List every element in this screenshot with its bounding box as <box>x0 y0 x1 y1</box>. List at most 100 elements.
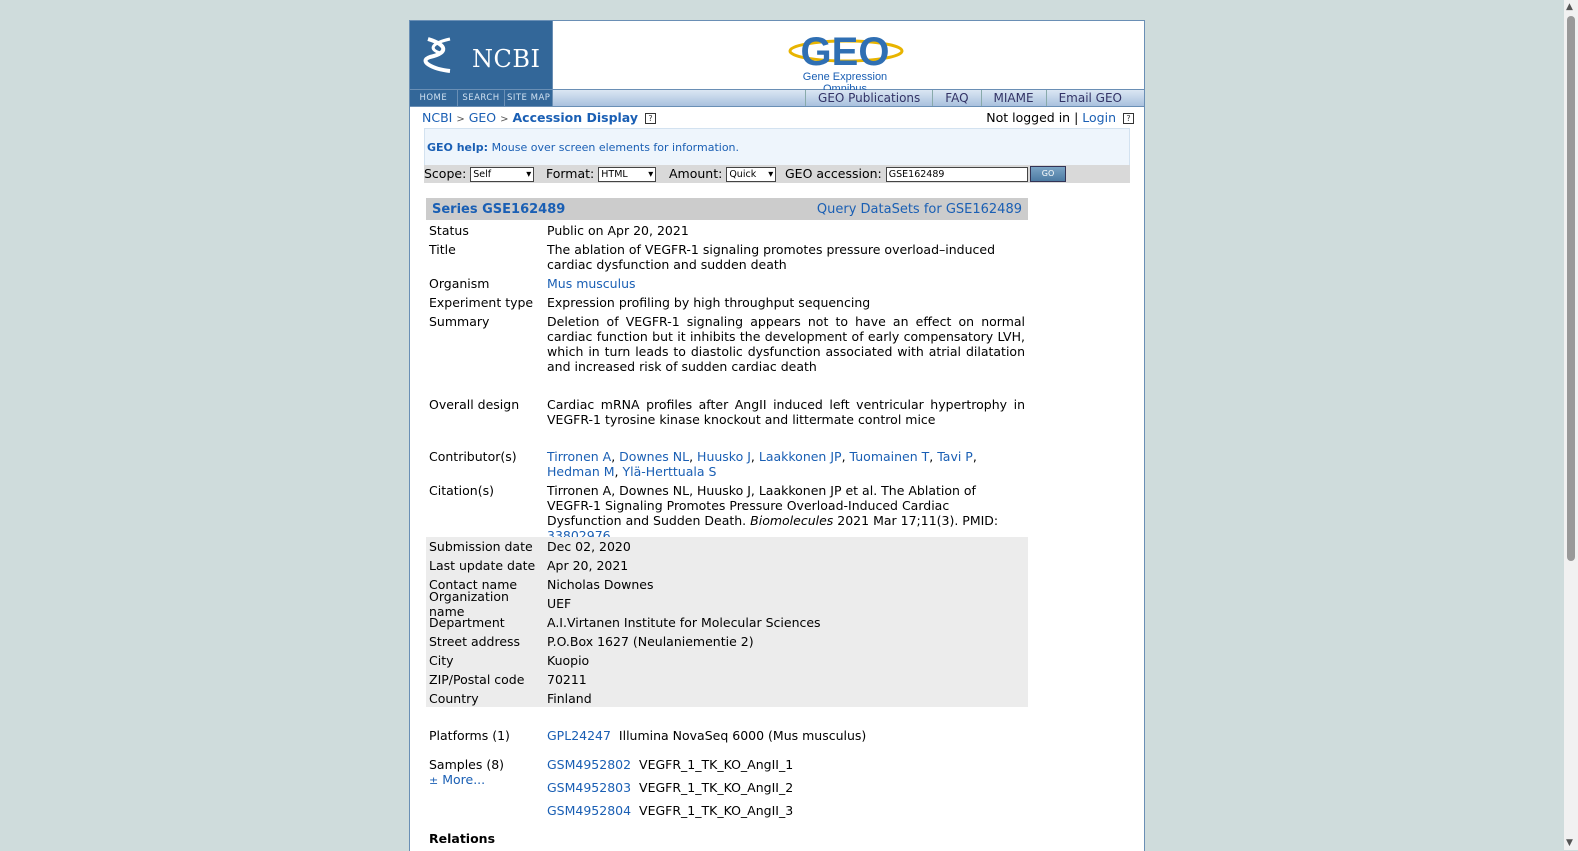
experiment-type-key: Experiment type <box>429 295 534 310</box>
accession-input[interactable]: GSE162489 <box>885 167 1028 182</box>
nav-email-geo[interactable]: Email GEO <box>1045 90 1134 106</box>
contributor-link[interactable]: Hedman M <box>547 464 615 479</box>
row-country: Country Finland <box>426 689 1028 708</box>
scope-label: Scope: <box>424 166 467 181</box>
format-label: Format: <box>546 166 595 181</box>
row-platforms: Platforms (1) GPL24247 Illumina NovaSeq … <box>426 728 1025 743</box>
sample-row: GSM4952804 VEGFR_1_TK_KO_AngII_3 <box>547 803 1025 826</box>
platforms-key: Platforms (1) <box>429 728 510 743</box>
query-form: Scope: Self Format: HTML Amount: Quick G… <box>424 165 1130 183</box>
nav-bar: HOME SEARCH SITE MAP GEO Publications FA… <box>410 90 1144 107</box>
sample-row: GSM4952802 VEGFR_1_TK_KO_AngII_1 <box>547 757 1025 780</box>
go-button[interactable]: GO <box>1030 166 1066 182</box>
format-select[interactable]: HTML <box>598 167 657 182</box>
ncbi-label: NCBI <box>472 45 541 73</box>
row-department: Department A.I.Virtanen Institute for Mo… <box>426 613 1028 632</box>
row-experiment-type: Experiment type Expression profiling by … <box>426 295 1025 310</box>
geo-help-label: GEO help: <box>427 141 489 154</box>
row-contributors: Contributor(s) Tirronen A, Downes NL, Hu… <box>426 449 1025 479</box>
row-samples: Samples (8) ± More... GSM4952802 VEGFR_1… <box>426 757 1025 826</box>
page-container: NCBI GEO Gene Expression Omnibus HOME SE… <box>409 20 1145 851</box>
last-update-key: Last update date <box>429 558 536 573</box>
breadcrumb-sep: > <box>456 114 465 125</box>
nav-miame[interactable]: MIAME <box>980 90 1046 106</box>
query-datasets-link[interactable]: Query DataSets for GSE162489 <box>817 202 1022 217</box>
overall-design-value: Cardiac mRNA profiles after AngII induce… <box>547 397 1025 427</box>
submission-date-key: Submission date <box>429 539 533 554</box>
breadcrumb: NCBI > GEO > Accession Display ? Not log… <box>410 107 1144 127</box>
sample-row: GSM4952803 VEGFR_1_TK_KO_AngII_2 <box>547 780 1025 803</box>
relations-key: Relations <box>429 831 496 846</box>
experiment-type-value: Expression profiling by high throughput … <box>547 295 871 310</box>
expand-plus-icon: ± <box>429 774 439 787</box>
title-key: Title <box>429 242 456 257</box>
series-details: Series GSE162489 Query DataSets for GSE1… <box>426 198 1028 846</box>
row-status: Status Public on Apr 20, 2021 <box>426 223 1025 238</box>
geo-logo[interactable]: GEO Gene Expression Omnibus <box>780 27 910 95</box>
contributor-link[interactable]: Tavi P <box>937 449 973 464</box>
geo-logo-graphic: GEO <box>788 30 904 74</box>
site-header: NCBI GEO Gene Expression Omnibus <box>410 21 1144 95</box>
format-field: Format: HTML <box>546 166 657 182</box>
last-update-value: Apr 20, 2021 <box>547 558 629 573</box>
scroll-down-icon[interactable]: ▼ <box>1566 838 1573 848</box>
row-organization: Organization name UEF <box>426 589 1028 619</box>
zip-value: 70211 <box>547 672 587 687</box>
breadcrumb-current: Accession Display <box>512 110 639 125</box>
sample-link[interactable]: GSM4952803 <box>547 780 631 795</box>
scope-select[interactable]: Self <box>470 167 535 182</box>
scope-field: Scope: Self <box>424 166 535 182</box>
city-value: Kuopio <box>547 653 590 668</box>
samples-key: Samples (8) <box>429 757 505 772</box>
row-title: Title The ablation of VEGFR-1 signaling … <box>426 242 1025 272</box>
nav-faq[interactable]: FAQ <box>932 90 980 106</box>
nav-geo-publications[interactable]: GEO Publications <box>805 90 932 106</box>
breadcrumb-ncbi[interactable]: NCBI <box>422 110 452 125</box>
platform-link[interactable]: GPL24247 <box>547 728 611 743</box>
series-title: Series GSE162489 <box>432 202 566 217</box>
row-relations: Relations <box>426 831 547 846</box>
contributor-link[interactable]: Laakkonen JP <box>759 449 842 464</box>
nav-search[interactable]: SEARCH <box>458 90 506 106</box>
page-scrollbar[interactable]: ▲ ▼ <box>1564 0 1578 850</box>
row-organism: Organism Mus musculus <box>426 276 1025 291</box>
contributor-link[interactable]: Huusko J <box>697 449 751 464</box>
street-address-key: Street address <box>429 634 521 649</box>
contact-name-value: Nicholas Downes <box>547 577 654 592</box>
login-separator: | <box>1074 110 1079 125</box>
sample-link[interactable]: GSM4952804 <box>547 803 631 818</box>
organism-link[interactable]: Mus musculus <box>547 276 636 291</box>
country-value: Finland <box>547 691 592 706</box>
contributor-link[interactable]: Tirronen A <box>547 449 611 464</box>
sample-link[interactable]: GSM4952802 <box>547 757 631 772</box>
contributor-link[interactable]: Tuomainen T <box>850 449 930 464</box>
geo-logo-text: GEO <box>801 30 890 71</box>
scroll-up-icon[interactable]: ▲ <box>1566 2 1573 12</box>
nav-home[interactable]: HOME <box>410 90 458 106</box>
row-last-update: Last update date Apr 20, 2021 <box>426 556 1028 575</box>
more-samples-toggle[interactable]: ± More... <box>429 772 485 788</box>
row-overall-design: Overall design Cardiac mRNA profiles aft… <box>426 397 1025 427</box>
summary-key: Summary <box>429 314 490 329</box>
summary-value: Deletion of VEGFR-1 signaling appears no… <box>547 314 1025 374</box>
ncbi-logo[interactable]: NCBI <box>410 21 553 89</box>
series-header: Series GSE162489 Query DataSets for GSE1… <box>426 198 1028 220</box>
contributor-link[interactable]: Ylä-Herttuala S <box>623 464 717 479</box>
login-link[interactable]: Login <box>1082 110 1116 125</box>
scrollbar-thumb[interactable] <box>1567 16 1575 561</box>
ncbi-helix-icon <box>423 37 451 73</box>
breadcrumb-geo[interactable]: GEO <box>469 110 496 125</box>
geo-help-box: GEO help: Mouse over screen elements for… <box>424 128 1130 166</box>
title-value: The ablation of VEGFR-1 signaling promot… <box>547 242 996 272</box>
contributor-link[interactable]: Downes NL <box>619 449 689 464</box>
accession-label: GEO accession: <box>785 166 882 181</box>
samples-key-cell: Samples (8) ± More... <box>426 757 547 826</box>
help-icon[interactable]: ? <box>645 113 656 124</box>
nav-site-map[interactable]: SITE MAP <box>505 90 552 106</box>
amount-select[interactable]: Quick <box>726 167 777 182</box>
login-status: Not logged in <box>986 110 1071 125</box>
row-citation: Citation(s) Tirronen A, Downes NL, Huusk… <box>426 483 1025 543</box>
login-help-icon[interactable]: ? <box>1123 113 1134 124</box>
more-samples-label: More... <box>442 772 486 787</box>
contact-info-block: Submission date Dec 02, 2020 Last update… <box>426 537 1028 707</box>
